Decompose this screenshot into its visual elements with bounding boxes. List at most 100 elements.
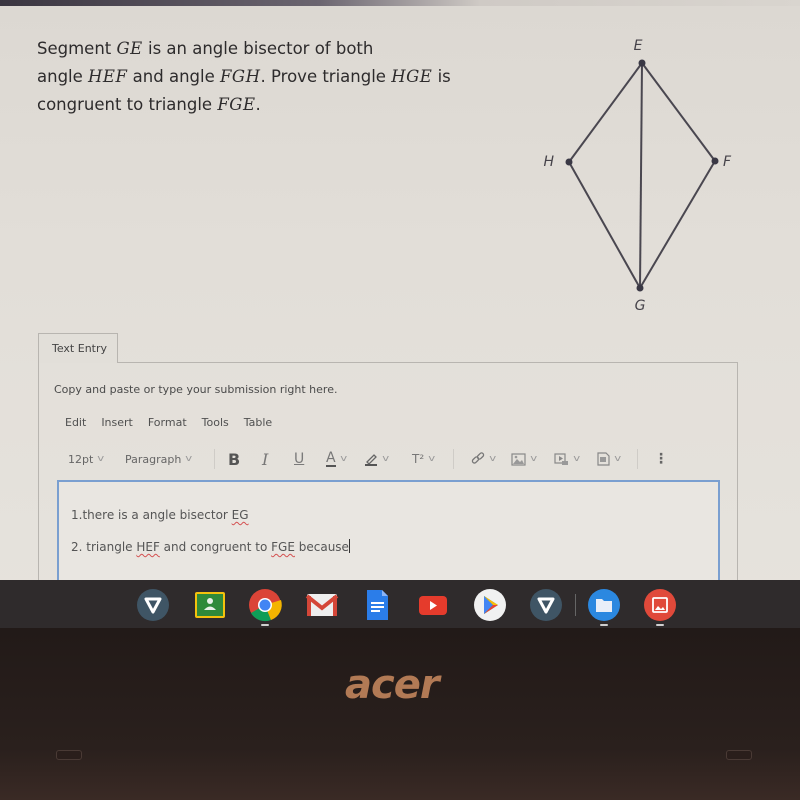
question-fragment: is an angle bisector of both xyxy=(142,39,374,58)
text-cursor xyxy=(348,539,350,553)
kite-diagram-svg: E H F G xyxy=(543,38,732,314)
play-store-icon xyxy=(474,589,506,621)
shelf-app-vpn-shield-2[interactable] xyxy=(529,588,563,622)
superscript-button[interactable]: T² v xyxy=(412,448,436,470)
math-variable: FGH xyxy=(219,67,261,86)
chevron-down-icon: v xyxy=(530,454,538,464)
shelf-app-chrome[interactable] xyxy=(248,588,282,622)
menu-edit[interactable]: Edit xyxy=(65,416,86,429)
bold-icon: B xyxy=(228,449,241,469)
block-format-value: Paragraph xyxy=(125,452,182,466)
point-label-g: G xyxy=(635,298,646,314)
shelf-app-gmail[interactable] xyxy=(305,588,339,622)
link-button[interactable]: v xyxy=(471,448,497,470)
editor-text: 2. triangle xyxy=(71,540,137,554)
menu-format[interactable]: Format xyxy=(148,416,187,429)
shelf-app-google-classroom[interactable] xyxy=(193,588,227,622)
brand-logo: acer xyxy=(345,662,440,708)
media-button[interactable]: v xyxy=(554,448,581,470)
segment-hg xyxy=(568,161,641,289)
point-e xyxy=(638,59,646,67)
italic-button[interactable]: I xyxy=(262,448,268,470)
block-format-dropdown[interactable]: Paragraph v xyxy=(125,448,192,470)
vpn-shield-icon xyxy=(137,589,169,621)
screen: Segment GE is an angle bisector of both a… xyxy=(0,0,800,628)
editor-text: and congruent to xyxy=(159,540,272,554)
text-color-button[interactable]: Av xyxy=(326,448,347,470)
image-button[interactable]: v xyxy=(511,448,538,470)
chromeos-shelf xyxy=(0,580,800,630)
chrome-icon xyxy=(249,589,282,622)
kite-diagram: E H F G xyxy=(520,30,760,330)
spellcheck-flagged-word[interactable]: EG xyxy=(232,508,249,522)
point-label-e: E xyxy=(634,38,643,54)
shelf-divider xyxy=(575,594,576,616)
tab-text-entry[interactable]: Text Entry xyxy=(38,333,118,363)
question-text: Segment GE is an angle bisector of both a… xyxy=(37,35,507,119)
shelf-app-vpn-shield[interactable] xyxy=(136,588,170,622)
toolbar-divider xyxy=(214,449,215,469)
editor-menubar: Edit Insert Format Tools Table xyxy=(65,416,287,429)
underline-button[interactable]: U xyxy=(294,448,304,470)
menu-insert[interactable]: Insert xyxy=(101,416,133,429)
vpn-shield-2-icon xyxy=(530,589,562,621)
spellcheck-flagged-word[interactable]: FGE xyxy=(271,540,295,554)
image-icon xyxy=(511,452,526,466)
shelf-app-google-docs[interactable] xyxy=(360,588,394,622)
segment-ef xyxy=(641,62,716,162)
text-color-icon: A xyxy=(326,450,336,467)
shelf-app-files[interactable] xyxy=(587,588,621,622)
spellcheck-flagged-word[interactable]: HEF xyxy=(136,540,160,554)
files-icon xyxy=(588,589,620,621)
question-fragment: and angle xyxy=(127,67,220,86)
question-fragment: . xyxy=(255,95,261,114)
highlight-color-button[interactable]: v xyxy=(364,448,390,470)
gmail-icon xyxy=(305,594,339,616)
chevron-down-icon: v xyxy=(489,454,497,464)
shelf-app-youtube[interactable] xyxy=(416,588,450,622)
question-fragment: is xyxy=(432,67,451,86)
font-size-dropdown[interactable]: 12pt v xyxy=(68,448,104,470)
chevron-down-icon: v xyxy=(573,454,581,464)
math-variable: HEF xyxy=(88,67,128,86)
gallery-icon xyxy=(644,589,676,621)
bezel-bumper-right xyxy=(726,750,752,760)
google-docs-icon xyxy=(367,590,388,620)
editor-line-2: 2. triangle HEF and congruent to FGE bec… xyxy=(71,539,350,554)
segment-fg xyxy=(639,160,716,289)
shelf-app-gallery[interactable] xyxy=(643,588,677,622)
submission-hint: Copy and paste or type your submission r… xyxy=(54,383,338,396)
chevron-down-icon: v xyxy=(382,454,390,464)
shelf-app-play-store[interactable] xyxy=(473,588,507,622)
document-button[interactable]: v xyxy=(597,448,621,470)
underline-icon: U xyxy=(294,451,305,467)
chevron-down-icon: v xyxy=(97,454,105,464)
youtube-icon xyxy=(419,596,447,615)
highlighter-icon xyxy=(365,454,377,466)
editor-toolbar: 12pt v Paragraph v B I U Av v T² v v v v v xyxy=(64,448,684,470)
running-indicator xyxy=(600,624,608,626)
superscript-icon: T² xyxy=(412,452,425,466)
more-options-button[interactable]: ⋮ xyxy=(654,448,668,470)
bezel-bumper-left xyxy=(56,750,82,760)
question-fragment: Segment xyxy=(37,39,117,58)
point-label-f: F xyxy=(723,154,732,170)
laptop-bezel xyxy=(0,628,800,800)
question-fragment: congruent to triangle xyxy=(37,95,218,114)
bold-button[interactable]: B xyxy=(228,448,240,470)
chevron-down-icon: v xyxy=(185,454,193,464)
tab-text-entry-label: Text Entry xyxy=(52,342,108,355)
chevron-down-icon: v xyxy=(428,454,436,464)
question-fragment: angle xyxy=(37,67,89,86)
google-classroom-icon xyxy=(195,592,225,618)
document-icon xyxy=(597,452,610,466)
point-h xyxy=(565,158,573,166)
toolbar-divider xyxy=(453,449,454,469)
math-variable: GE xyxy=(116,39,143,58)
editor-text: because xyxy=(294,540,349,554)
math-variable: HGE xyxy=(391,67,433,86)
point-g xyxy=(636,284,644,292)
menu-tools[interactable]: Tools xyxy=(202,416,229,429)
menu-table[interactable]: Table xyxy=(244,416,272,429)
media-icon xyxy=(554,452,568,465)
